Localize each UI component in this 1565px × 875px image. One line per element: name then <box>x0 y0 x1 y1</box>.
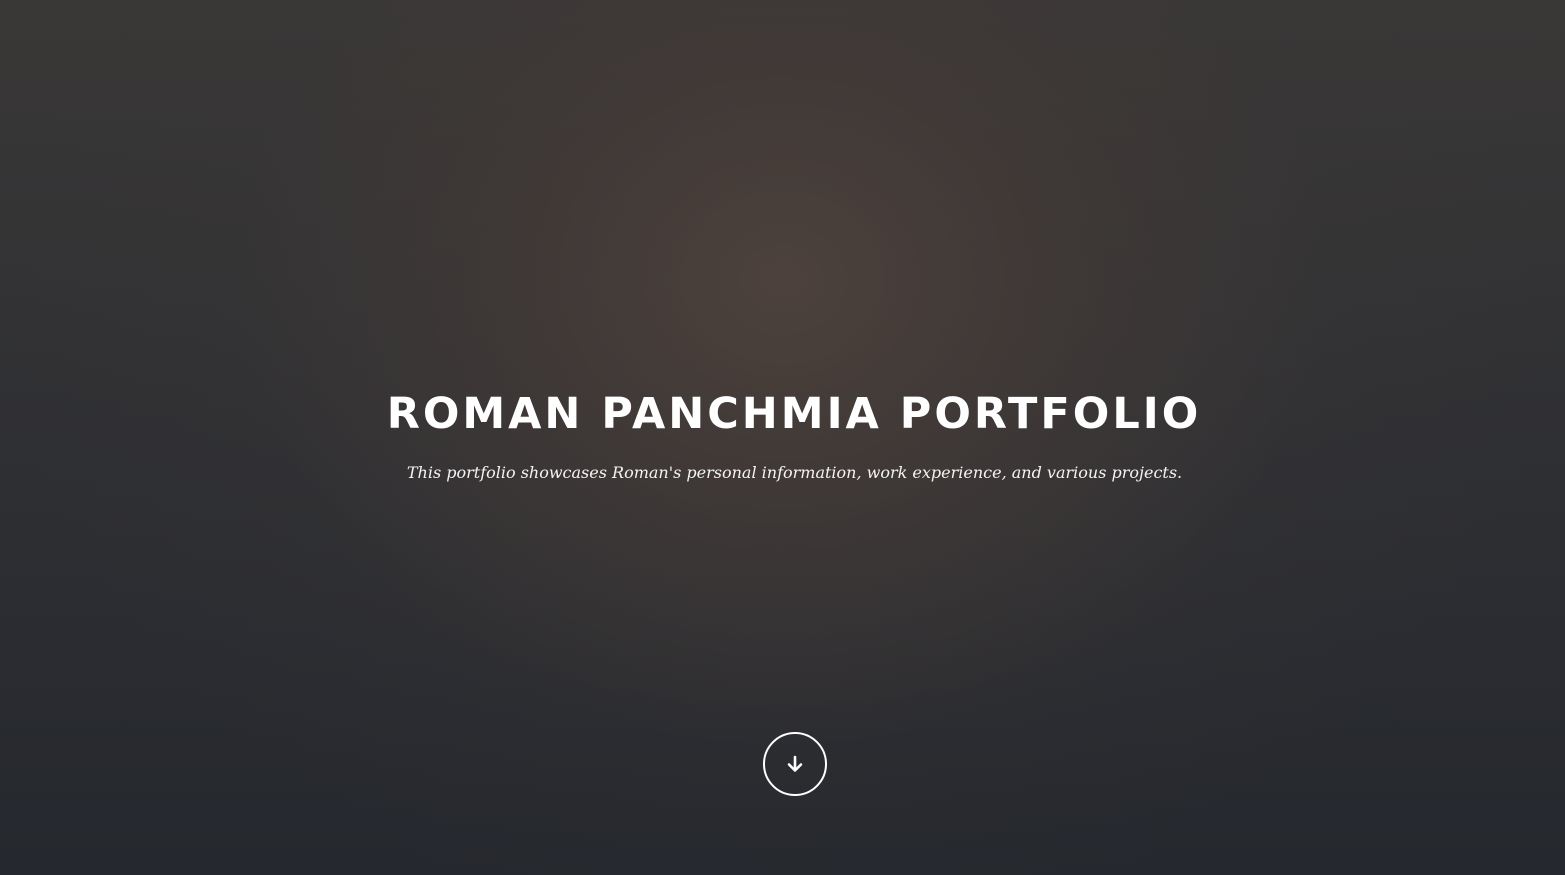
page-title: ROMAN PANCHMIA PORTFOLIO <box>386 389 1202 439</box>
scroll-down-button[interactable] <box>763 732 827 796</box>
page-subtitle: This portfolio showcases Roman's persona… <box>406 463 1183 482</box>
hero-section: ROMAN PANCHMIA PORTFOLIO This portfolio … <box>0 0 1565 875</box>
arrow-down-icon <box>785 754 805 774</box>
